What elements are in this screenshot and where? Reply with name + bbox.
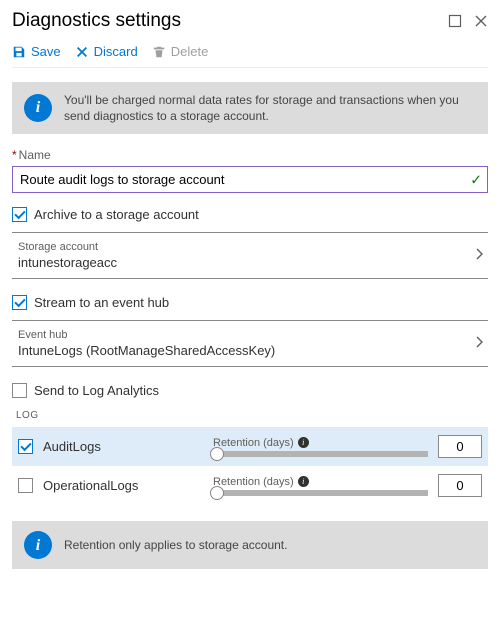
retention-slider-audit[interactable]	[213, 451, 428, 457]
log-operational-name: OperationalLogs	[43, 478, 203, 493]
info-banner-bottom-text: Retention only applies to storage accoun…	[64, 537, 287, 553]
retention-slider-operational[interactable]	[213, 490, 428, 496]
close-icon[interactable]	[474, 14, 488, 28]
log-row-operational[interactable]: OperationalLogs Retention (days) i	[12, 466, 488, 505]
event-hub-label: Event hub	[18, 329, 275, 341]
delete-label: Delete	[171, 44, 209, 59]
log-analytics-checkbox[interactable]	[12, 383, 27, 398]
log-operational-checkbox[interactable]	[18, 478, 33, 493]
page-title: Diagnostics settings	[12, 10, 181, 32]
info-icon[interactable]: i	[298, 476, 309, 487]
log-section-heading: LOG	[16, 410, 488, 421]
log-auditlogs-name: AuditLogs	[43, 439, 203, 454]
delete-icon	[152, 45, 166, 59]
storage-account-label: Storage account	[18, 241, 117, 253]
retention-input-audit[interactable]	[438, 435, 482, 458]
archive-checkbox-label: Archive to a storage account	[34, 207, 199, 222]
chevron-right-icon	[474, 336, 486, 351]
name-input[interactable]	[12, 166, 488, 193]
stream-checkbox-label: Stream to an event hub	[34, 295, 169, 310]
required-indicator: *	[12, 148, 17, 162]
restore-window-icon[interactable]	[448, 14, 462, 28]
info-banner-text: You'll be charged normal data rates for …	[64, 92, 476, 124]
info-icon: i	[24, 94, 52, 122]
stream-checkbox[interactable]	[12, 295, 27, 310]
log-row-audit[interactable]: AuditLogs Retention (days) i	[12, 427, 488, 466]
info-icon[interactable]: i	[298, 437, 309, 448]
save-button[interactable]: Save	[12, 44, 61, 59]
info-icon: i	[24, 531, 52, 559]
chevron-right-icon	[474, 248, 486, 263]
discard-button[interactable]: Discard	[75, 44, 138, 59]
discard-icon	[75, 45, 89, 59]
archive-checkbox[interactable]	[12, 207, 27, 222]
info-banner-bottom: i Retention only applies to storage acco…	[12, 521, 488, 569]
event-hub-value: IntuneLogs (RootManageSharedAccessKey)	[18, 343, 275, 358]
discard-label: Discard	[94, 44, 138, 59]
save-icon	[12, 45, 26, 59]
valid-check-icon: ✓	[470, 171, 482, 188]
storage-account-value: intunestorageacc	[18, 255, 117, 270]
event-hub-picker[interactable]: Event hub IntuneLogs (RootManageSharedAc…	[12, 320, 488, 367]
delete-button: Delete	[152, 44, 209, 59]
save-label: Save	[31, 44, 61, 59]
info-banner-top: i You'll be charged normal data rates fo…	[12, 82, 488, 134]
retention-label: Retention (days) i	[213, 476, 428, 488]
command-bar: Save Discard Delete	[12, 38, 488, 68]
log-auditlogs-checkbox[interactable]	[18, 439, 33, 454]
retention-label: Retention (days) i	[213, 437, 428, 449]
log-analytics-checkbox-label: Send to Log Analytics	[34, 383, 159, 398]
retention-input-operational[interactable]	[438, 474, 482, 497]
name-field-label: *Name	[12, 148, 488, 162]
storage-account-picker[interactable]: Storage account intunestorageacc	[12, 232, 488, 279]
